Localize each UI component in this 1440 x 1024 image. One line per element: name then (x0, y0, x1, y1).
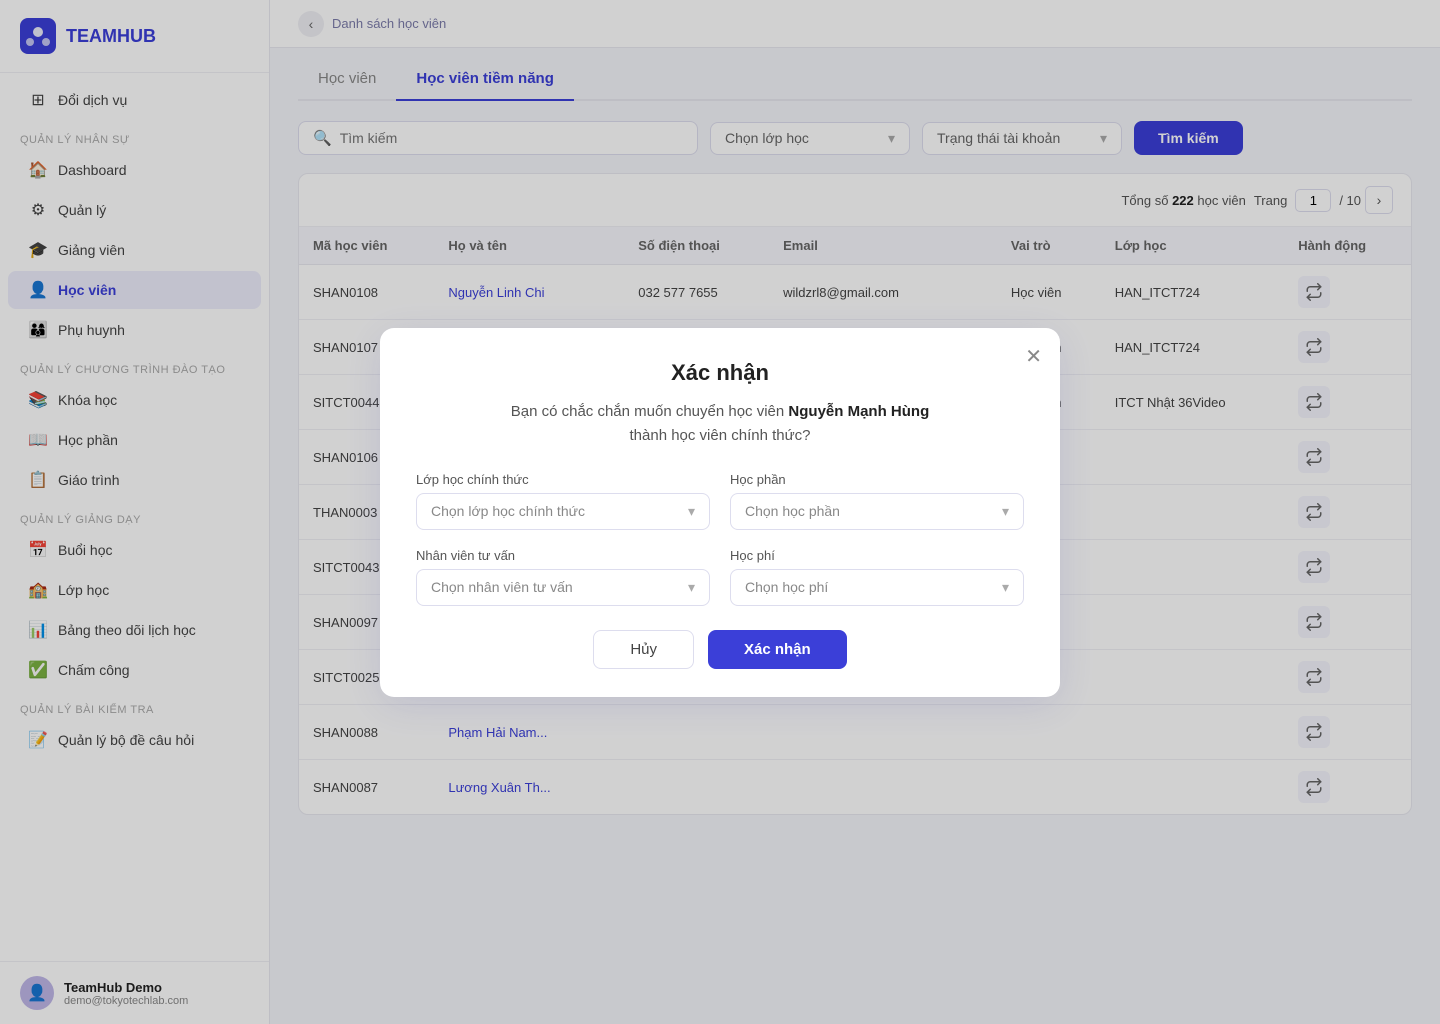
confirm-modal: ✕ Xác nhận Bạn có chắc chắn muốn chuyển … (380, 328, 1060, 697)
modal-title: Xác nhận (416, 360, 1024, 386)
official-class-group: Lớp học chính thức Chọn lớp học chính th… (416, 472, 710, 530)
modal-footer: Hủy Xác nhận (416, 630, 1024, 669)
modal-overlay: ✕ Xác nhận Bạn có chắc chắn muốn chuyển … (0, 0, 1440, 1024)
official-class-label: Lớp học chính thức (416, 472, 710, 487)
chevron-down-icon: ▾ (1002, 579, 1009, 596)
chevron-down-icon: ▾ (688, 579, 695, 596)
chevron-down-icon: ▾ (1002, 503, 1009, 520)
chevron-down-icon: ▾ (688, 503, 695, 520)
tuition-label: Học phí (730, 548, 1024, 563)
modal-description: Bạn có chắc chắn muốn chuyển học viên Ng… (416, 400, 1024, 448)
cancel-button[interactable]: Hủy (593, 630, 694, 669)
modal-form-row-2: Nhân viên tư vấn Chọn nhân viên tư vấn ▾… (416, 548, 1024, 606)
tuition-group: Học phí Chọn học phí ▾ (730, 548, 1024, 606)
official-class-select[interactable]: Chọn lớp học chính thức ▾ (416, 493, 710, 530)
subject-group: Học phần Chọn học phần ▾ (730, 472, 1024, 530)
consultant-group: Nhân viên tư vấn Chọn nhân viên tư vấn ▾ (416, 548, 710, 606)
consultant-select[interactable]: Chọn nhân viên tư vấn ▾ (416, 569, 710, 606)
subject-label: Học phần (730, 472, 1024, 487)
consultant-label: Nhân viên tư vấn (416, 548, 710, 563)
subject-select[interactable]: Chọn học phần ▾ (730, 493, 1024, 530)
modal-close-button[interactable]: ✕ (1025, 344, 1042, 369)
modal-form-row-1: Lớp học chính thức Chọn lớp học chính th… (416, 472, 1024, 530)
tuition-select[interactable]: Chọn học phí ▾ (730, 569, 1024, 606)
confirm-button[interactable]: Xác nhận (708, 630, 847, 669)
